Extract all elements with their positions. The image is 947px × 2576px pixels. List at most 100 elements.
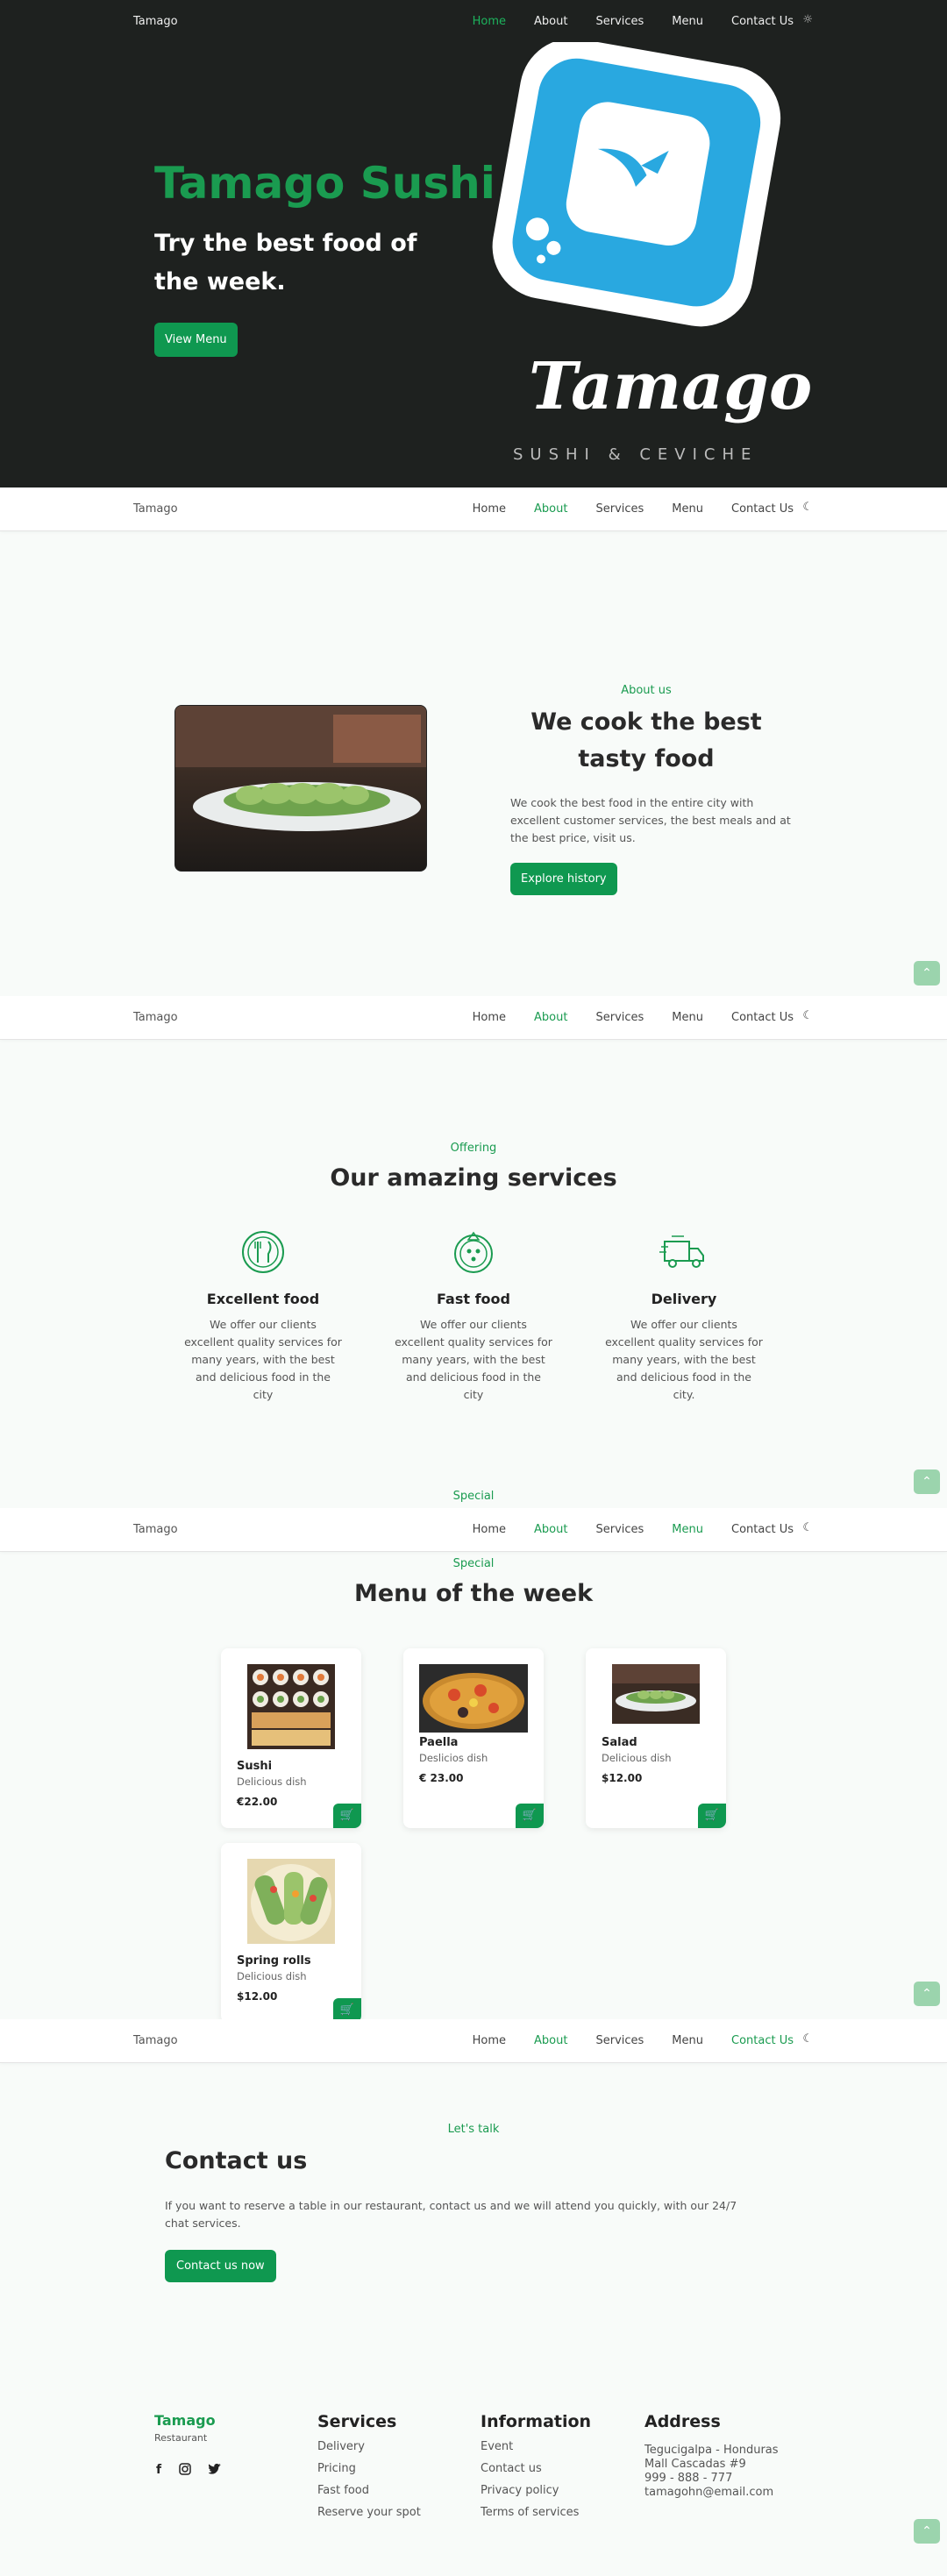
menu-item-price: $12.00 — [237, 1990, 278, 2003]
paella-image — [419, 1664, 528, 1733]
navbar-about: Tamago Home About Services Menu Contact … — [0, 487, 947, 531]
footer-link[interactable]: Terms of services — [481, 2506, 591, 2519]
services-section: Tamago Home About Services Menu Contact … — [0, 996, 947, 1508]
nav-link-contact[interactable]: Contact Us — [731, 502, 794, 516]
footer-link[interactable]: Delivery — [317, 2440, 421, 2453]
view-menu-button[interactable]: View Menu — [154, 323, 238, 357]
nav-link-home[interactable]: Home — [473, 1011, 506, 1024]
hero-subtitle-line1: Try the best food of — [154, 230, 417, 257]
menu-tag: Special — [452, 1557, 495, 1570]
nav-link-home[interactable]: Home — [473, 502, 506, 516]
salad-image — [612, 1664, 700, 1724]
facebook-icon[interactable]: f — [156, 2463, 161, 2479]
about-body: We cook the best food in the entire city… — [510, 796, 791, 844]
nav-link-services[interactable]: Services — [595, 502, 644, 516]
menu-section: Tamago Home About Services Menu Contact … — [0, 1508, 947, 2019]
nav-link-contact[interactable]: Contact Us — [731, 15, 794, 28]
footer-brand[interactable]: Tamago — [154, 2412, 216, 2429]
nav-brand[interactable]: Tamago — [133, 15, 178, 28]
spring-rolls-image — [247, 1859, 335, 1944]
sushi-plate-icon — [175, 706, 426, 831]
explore-history-button[interactable]: Explore history — [510, 863, 617, 895]
moon-icon[interactable]: ☾ — [802, 2032, 813, 2046]
nav-link-contact[interactable]: Contact Us — [731, 2034, 794, 2047]
nav-link-services[interactable]: Services — [595, 2034, 644, 2047]
nav-link-services[interactable]: Services — [595, 15, 644, 28]
footer-link[interactable]: Event — [481, 2440, 591, 2453]
moon-icon[interactable]: ☾ — [802, 501, 813, 514]
spring-rolls-plate-icon — [247, 1859, 335, 1944]
logo-word: Tamago — [529, 349, 813, 424]
instagram-icon[interactable] — [179, 2463, 191, 2479]
navbar-dark: Tamago Home About Services Menu Contact … — [0, 0, 947, 44]
footer-link[interactable]: Pricing — [317, 2462, 421, 2475]
nav-link-about[interactable]: About — [534, 2034, 567, 2047]
nav-link-about[interactable]: About — [534, 15, 567, 28]
about-section: Tamago Home About Services Menu Contact … — [0, 487, 947, 996]
about-title-line2: tasty food — [578, 745, 715, 772]
nav-brand[interactable]: Tamago — [133, 2034, 178, 2047]
scroll-up-button[interactable]: ⌃ — [914, 2519, 940, 2544]
footer-link[interactable]: Fast food — [317, 2484, 421, 2497]
footer-link[interactable]: Reserve your spot — [317, 2506, 421, 2519]
nav-links: Home About Services Menu Contact Us — [473, 1011, 794, 1024]
nav-link-contact[interactable]: Contact Us — [731, 1011, 794, 1024]
menu-item-price: € 23.00 — [419, 1772, 464, 1784]
twitter-icon[interactable] — [208, 2463, 222, 2479]
address-line: Tegucigalpa - Honduras — [644, 2444, 779, 2457]
menu-item-price: $12.00 — [602, 1772, 643, 1784]
nav-link-menu[interactable]: Menu — [672, 1523, 703, 1536]
sushi-tray-icon — [247, 1664, 335, 1749]
service-delivery: Delivery We offer our clients excellent … — [605, 1229, 763, 1404]
footer-link[interactable]: Privacy policy — [481, 2484, 591, 2497]
hero-title: Tamago Sushi — [154, 158, 495, 209]
nav-link-menu[interactable]: Menu — [672, 1011, 703, 1024]
nav-link-home[interactable]: Home — [473, 1523, 506, 1536]
nav-link-about[interactable]: About — [534, 1011, 567, 1024]
contact-us-now-button[interactable]: Contact us now — [165, 2250, 276, 2282]
moon-icon[interactable]: ☾ — [802, 1009, 813, 1022]
social-links: f — [156, 2463, 222, 2479]
service-excellent-food: Excellent food We offer our clients exce… — [184, 1229, 342, 1404]
add-to-cart-button[interactable]: 🛒 — [698, 1804, 726, 1828]
nav-brand[interactable]: Tamago — [133, 502, 178, 516]
nav-link-menu[interactable]: Menu — [672, 502, 703, 516]
footer-address-title: Address — [644, 2412, 721, 2431]
add-to-cart-button[interactable]: 🛒 — [333, 1804, 361, 1828]
hero-logo: Tamago SUSHI & CEVICHE — [478, 42, 812, 472]
contact-title: Contact us — [165, 2147, 308, 2174]
add-to-cart-button[interactable]: 🛒 — [516, 1804, 544, 1828]
nav-link-about[interactable]: About — [534, 502, 567, 516]
nav-link-home[interactable]: Home — [473, 2034, 506, 2047]
nav-link-menu[interactable]: Menu — [672, 15, 703, 28]
nav-brand[interactable]: Tamago — [133, 1011, 178, 1024]
nav-link-contact[interactable]: Contact Us — [731, 1523, 794, 1536]
moon-icon[interactable]: ☾ — [802, 1521, 813, 1534]
menu-item-name: Paella — [419, 1736, 459, 1749]
menu-card-sushi: Sushi Delicious dish €22.00 🛒 — [221, 1648, 361, 1828]
nav-link-services[interactable]: Services — [595, 1011, 644, 1024]
nav-link-menu[interactable]: Menu — [672, 2034, 703, 2047]
pizza-icon — [454, 1231, 493, 1273]
footer-services-title: Services — [317, 2412, 397, 2431]
special-tag-peek: Special — [452, 1490, 495, 1503]
nav-brand[interactable]: Tamago — [133, 1523, 178, 1536]
email-line[interactable]: tamagohn@email.com — [644, 2486, 779, 2500]
about-tag: About us — [621, 684, 672, 697]
sun-icon[interactable]: ☼ — [802, 13, 813, 26]
cutlery-icon — [242, 1231, 284, 1273]
cart-icon: 🛒 — [339, 2003, 355, 2017]
scroll-up-button[interactable]: ⌃ — [914, 1982, 940, 2006]
nav-link-services[interactable]: Services — [595, 1523, 644, 1536]
contact-tag: Let's talk — [447, 2123, 500, 2136]
add-to-cart-button[interactable]: 🛒 — [333, 1998, 361, 2019]
scroll-up-button[interactable]: ⌃ — [914, 961, 940, 986]
nav-link-about[interactable]: About — [534, 1523, 567, 1536]
navbar-contact: Tamago Home About Services Menu Contact … — [0, 2019, 947, 2063]
nav-link-home[interactable]: Home — [473, 15, 506, 28]
footer-link[interactable]: Contact us — [481, 2462, 591, 2475]
service-title: Excellent food — [206, 1291, 320, 1307]
nav-links: Home About Services Menu Contact Us — [473, 1523, 794, 1536]
salad-plate-icon — [612, 1664, 700, 1724]
footer-info-title: Information — [481, 2412, 592, 2431]
